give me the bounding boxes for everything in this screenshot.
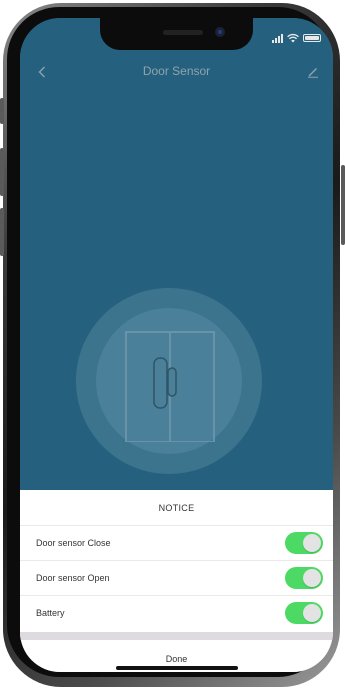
speaker — [163, 30, 203, 35]
door-close-toggle[interactable] — [285, 532, 323, 554]
door-open-toggle[interactable] — [285, 567, 323, 589]
notice-item-label: Door sensor Close — [36, 538, 111, 548]
home-indicator — [116, 666, 238, 670]
door-sensor-icon — [125, 331, 215, 442]
signal-icon — [272, 33, 283, 43]
chevron-left-icon — [38, 66, 45, 78]
sheet-title: NOTICE — [158, 503, 195, 513]
status-bar — [272, 32, 321, 44]
volume-down-button — [0, 208, 4, 256]
pencil-icon — [308, 68, 318, 78]
battery-toggle[interactable] — [285, 602, 323, 624]
battery-icon — [303, 34, 321, 42]
sheet-separator — [20, 632, 333, 640]
wifi-icon — [287, 33, 299, 43]
power-button — [341, 165, 345, 245]
screen: Door Sensor NOTICE Door sensor Close Doo… — [20, 18, 333, 672]
notice-item-door-open: Door sensor Open — [20, 560, 333, 595]
silent-switch — [0, 98, 4, 124]
notice-item-door-close: Door sensor Close — [20, 525, 333, 560]
notice-sheet: NOTICE Door sensor Close Door sensor Ope… — [20, 490, 333, 672]
back-button[interactable] — [28, 58, 56, 86]
volume-up-button — [0, 148, 4, 196]
nav-bar: Door Sensor — [20, 58, 333, 86]
notice-item-label: Door sensor Open — [36, 573, 110, 583]
edit-button[interactable] — [299, 58, 327, 86]
notice-item-battery: Battery — [20, 595, 333, 630]
front-camera — [215, 27, 225, 37]
notice-item-label: Battery — [36, 608, 65, 618]
page-title: Door Sensor — [142, 64, 211, 78]
